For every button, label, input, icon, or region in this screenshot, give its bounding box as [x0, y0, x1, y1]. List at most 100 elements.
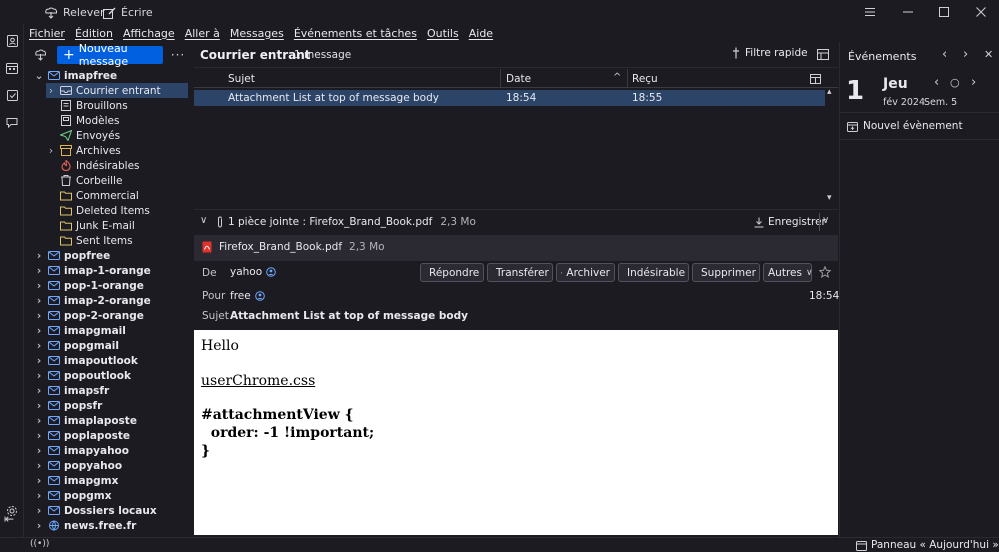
scroll-down-icon[interactable]: ▾ — [827, 193, 832, 203]
display-options-button[interactable] — [816, 47, 830, 61]
chevron-right-icon[interactable]: › — [34, 355, 44, 367]
thread-scrollbar[interactable]: ▴ ▾ — [825, 87, 838, 208]
delete-button[interactable]: Supprimer — [692, 263, 760, 282]
to-address[interactable]: free — [230, 290, 265, 302]
account-pop-1-orange[interactable]: › pop-1-orange — [34, 278, 189, 293]
column-separator[interactable] — [627, 69, 628, 88]
write-button[interactable]: Écrire — [103, 4, 153, 21]
today-pane-toggle[interactable]: Panneau « Aujourd'hui » — [856, 539, 999, 551]
menu-file[interactable]: Fichier — [24, 27, 70, 40]
close-button[interactable] — [971, 3, 991, 21]
chevron-right-icon[interactable]: › — [46, 85, 56, 97]
app-menu-button[interactable] — [860, 3, 880, 21]
forward-button[interactable]: Transférer — [487, 263, 553, 282]
column-picker-button[interactable] — [808, 72, 822, 85]
collapse-spaces-icon[interactable]: ⇤ — [4, 512, 14, 526]
account-popyahoo[interactable]: › popyahoo — [34, 458, 189, 473]
account-pop-2-orange[interactable]: › pop-2-orange — [34, 308, 189, 323]
scroll-up-icon[interactable]: ▴ — [827, 87, 832, 97]
account-imapgmx[interactable]: › imapgmx — [34, 473, 189, 488]
chevron-right-icon[interactable]: › — [34, 490, 44, 502]
junk-button[interactable]: Indésirable — [618, 263, 689, 282]
archive-button[interactable]: Archiver — [556, 263, 615, 282]
chevron-right-icon[interactable]: › — [34, 385, 44, 397]
column-subject[interactable]: Sujet — [228, 73, 255, 85]
chevron-right-icon[interactable]: › — [34, 310, 44, 322]
folder-ind-sirables[interactable]: Indésirables — [46, 158, 188, 173]
next-icon[interactable]: › — [963, 47, 968, 62]
account-imapyahoo[interactable]: › imapyahoo — [34, 443, 189, 458]
account-popgmx[interactable]: › popgmx — [34, 488, 189, 503]
account-popfree[interactable]: › popfree — [34, 248, 189, 263]
chevron-right-icon[interactable]: › — [34, 280, 44, 292]
account-popoutlook[interactable]: › popoutlook — [34, 368, 189, 383]
close-icon[interactable]: ✕ — [984, 48, 993, 61]
account-dossiers-locaux[interactable]: › Dossiers locaux — [34, 503, 189, 518]
account-imap-2-orange[interactable]: › imap-2-orange — [34, 293, 189, 308]
quick-filter-button[interactable]: Filtre rapide — [731, 47, 808, 59]
star-button[interactable] — [817, 264, 833, 280]
chevron-right-icon[interactable]: › — [34, 325, 44, 337]
next-day-icon[interactable]: › — [971, 75, 976, 90]
reply-button[interactable]: Répondre — [420, 263, 484, 282]
menu-message[interactable]: Messages — [225, 27, 289, 40]
get-messages-small-button[interactable] — [32, 46, 48, 63]
addressbook-space-button[interactable] — [3, 32, 21, 50]
folder-mod-les[interactable]: Modèles — [46, 113, 188, 128]
menu-events-tasks[interactable]: Événements et tâches — [289, 27, 422, 40]
account-poplaposte[interactable]: › poplaposte — [34, 428, 189, 443]
menu-edit[interactable]: Édition — [70, 27, 118, 40]
message-row[interactable]: Attachment List at top of message body 1… — [194, 90, 825, 106]
chevron-right-icon[interactable]: › — [34, 265, 44, 277]
folder-envoy-s[interactable]: Envoyés — [46, 128, 188, 143]
from-address[interactable]: yahoo — [230, 266, 276, 278]
chevron-right-icon[interactable]: › — [34, 520, 44, 532]
chevron-right-icon[interactable]: › — [34, 430, 44, 442]
column-received[interactable]: Reçu — [632, 73, 658, 85]
chevron-right-icon[interactable]: › — [34, 400, 44, 412]
previous-icon[interactable]: ‹ — [942, 47, 947, 62]
chevron-right-icon[interactable]: › — [34, 295, 44, 307]
chevron-right-icon[interactable]: › — [46, 145, 56, 157]
folder-corbeille[interactable]: Corbeille — [46, 173, 188, 188]
account-popsfr[interactable]: › popsfr — [34, 398, 189, 413]
chevron-right-icon[interactable]: › — [34, 370, 44, 382]
chevron-right-icon[interactable]: › — [34, 415, 44, 427]
new-message-button[interactable]: + Nouveau message — [57, 42, 163, 68]
get-messages-button[interactable]: Relever — [44, 4, 105, 21]
account-imap-1-orange[interactable]: › imap-1-orange — [34, 263, 189, 278]
account-news-free-fr[interactable]: › news.free.fr — [34, 518, 189, 533]
menu-view[interactable]: Affichage — [118, 27, 180, 40]
online-status-icon[interactable]: ((•)) — [30, 539, 49, 549]
menu-go[interactable]: Aller à — [180, 27, 225, 40]
folder-sent-items[interactable]: Sent Items — [46, 233, 188, 248]
body-link[interactable]: userChrome.css — [201, 373, 315, 389]
chevron-down-icon[interactable]: ⌄ — [34, 70, 44, 82]
account-imapsfr[interactable]: › imapsfr — [34, 383, 189, 398]
previous-day-icon[interactable]: ‹ — [934, 75, 939, 90]
menu-help[interactable]: Aide — [464, 27, 498, 40]
chat-space-button[interactable] — [3, 113, 21, 131]
account-imapoutlook[interactable]: › imapoutlook — [34, 353, 189, 368]
attachment-toggle-icon[interactable]: ∨ — [200, 215, 207, 226]
folder-archives[interactable]: › Archives — [46, 143, 188, 158]
folder-commercial[interactable]: Commercial — [46, 188, 188, 203]
minimize-button[interactable] — [898, 3, 918, 21]
today-icon[interactable]: ○ — [950, 76, 960, 89]
chevron-right-icon[interactable]: › — [34, 250, 44, 262]
tasks-space-button[interactable] — [3, 86, 21, 104]
calendar-space-button[interactable] — [3, 59, 21, 77]
chevron-right-icon[interactable]: › — [34, 505, 44, 517]
menu-tools[interactable]: Outils — [422, 27, 464, 40]
account-imaplaposte[interactable]: › imaplaposte — [34, 413, 189, 428]
chevron-right-icon[interactable]: › — [34, 445, 44, 457]
account-imapgmail[interactable]: › imapgmail — [34, 323, 189, 338]
attachment-item[interactable]: Firefox_Brand_Book.pdf 2,3 Mo — [202, 241, 385, 253]
save-menu-chevron-icon[interactable]: ∨ — [822, 215, 829, 226]
column-separator[interactable] — [500, 69, 501, 88]
new-event-button[interactable]: Nouvel évènement — [847, 120, 963, 132]
maximize-button[interactable] — [934, 3, 954, 21]
more-button[interactable]: Autres ∨ — [763, 263, 813, 282]
save-attachment-button[interactable]: Enregistrer — [754, 216, 826, 228]
account-popgmail[interactable]: › popgmail — [34, 338, 189, 353]
